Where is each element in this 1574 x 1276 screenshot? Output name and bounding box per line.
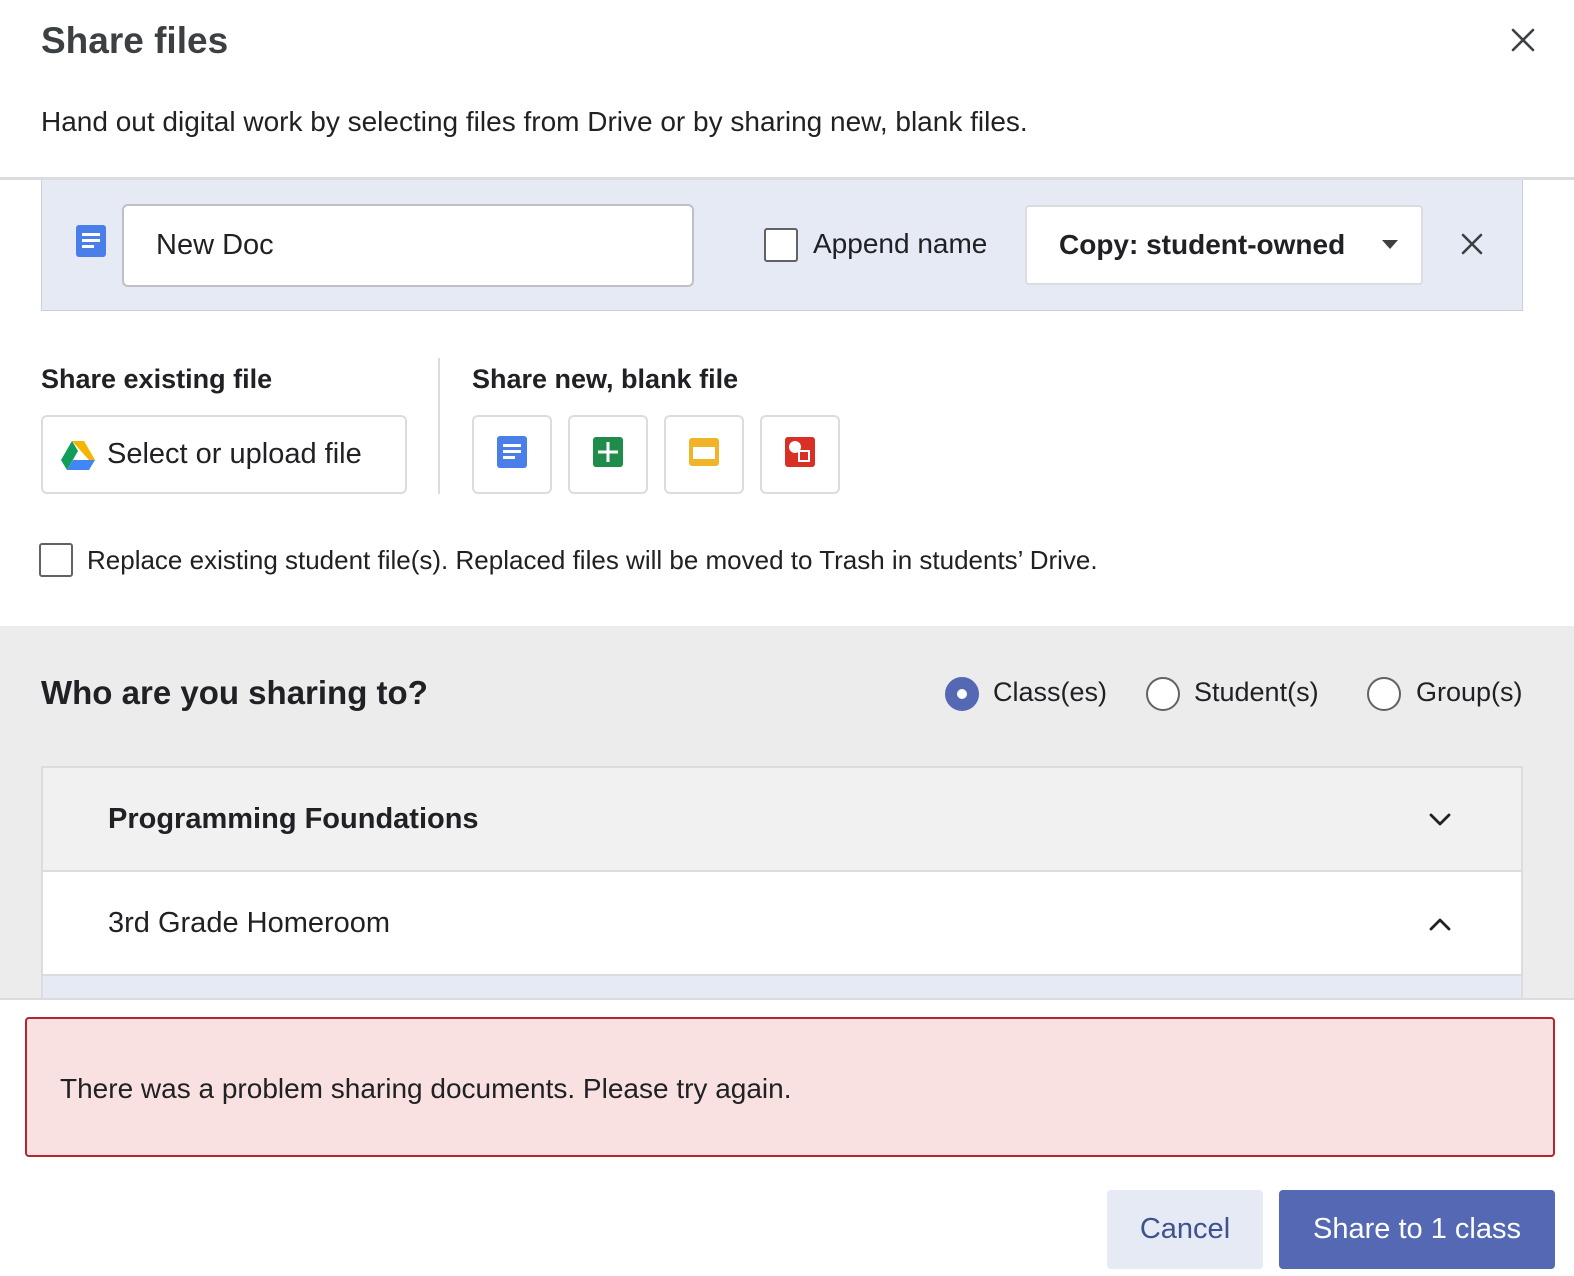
radio-students-label: Student(s) (1194, 677, 1319, 707)
chevron-up-icon[interactable] (1426, 910, 1454, 938)
new-drawing-button[interactable] (760, 415, 840, 494)
share-files-dialog: Share files Hand out digital work by sel… (0, 0, 1574, 1276)
share-button[interactable]: Share to 1 class (1279, 1190, 1555, 1269)
share-existing-label: Share existing file (41, 364, 273, 394)
google-drive-icon (61, 441, 95, 471)
new-slides-button[interactable] (664, 415, 744, 494)
copy-mode-select[interactable]: Copy: student-owned (1025, 205, 1423, 285)
slides-icon (688, 437, 720, 472)
docs-icon (75, 224, 107, 258)
copy-mode-value: Copy: student-owned (1059, 229, 1346, 260)
select-upload-file-button[interactable]: Select or upload file (41, 415, 407, 494)
append-name-label: Append name (813, 228, 988, 259)
radio-classes[interactable] (945, 677, 979, 711)
footer-divider (0, 998, 1574, 1000)
error-message: There was a problem sharing documents. P… (60, 1073, 792, 1104)
sheets-icon (592, 436, 624, 473)
radio-students[interactable] (1146, 677, 1180, 711)
class-name: 3rd Grade Homeroom (108, 907, 391, 939)
chevron-down-icon[interactable] (1426, 806, 1454, 834)
recipients-section: Who are you sharing to? Class(es) Studen… (0, 626, 1574, 1000)
dialog-description: Hand out digital work by selecting files… (41, 106, 1028, 137)
selected-file-row: Append name Copy: student-owned (41, 180, 1523, 311)
remove-file-icon[interactable] (1454, 226, 1490, 262)
new-doc-button[interactable] (472, 415, 552, 494)
close-icon[interactable] (1503, 20, 1543, 60)
radio-groups-label: Group(s) (1416, 677, 1523, 707)
error-banner: There was a problem sharing documents. P… (25, 1017, 1555, 1157)
share-new-label: Share new, blank file (472, 364, 739, 394)
radio-classes-label: Class(es) (993, 677, 1108, 707)
radio-groups[interactable] (1367, 677, 1401, 711)
select-upload-file-label: Select or upload file (107, 438, 362, 470)
docs-icon (496, 435, 528, 474)
append-name-checkbox[interactable] (764, 228, 798, 262)
file-name-input[interactable] (122, 204, 694, 287)
caret-down-icon (1382, 240, 1398, 249)
replace-files-label: Replace existing student file(s). Replac… (87, 545, 1098, 575)
class-item-programming-foundations[interactable]: Programming Foundations (43, 768, 1521, 872)
class-list: Programming Foundations 3rd Grade Homero… (41, 766, 1523, 1000)
class-item-3rd-grade-homeroom[interactable]: 3rd Grade Homeroom (43, 872, 1521, 976)
cancel-button[interactable]: Cancel (1107, 1190, 1263, 1269)
recipients-title: Who are you sharing to? (41, 674, 428, 711)
section-divider (438, 358, 440, 494)
replace-files-checkbox[interactable] (39, 543, 73, 577)
dialog-title: Share files (41, 20, 229, 61)
drawings-icon (784, 436, 816, 473)
class-name: Programming Foundations (108, 803, 479, 835)
new-sheet-button[interactable] (568, 415, 648, 494)
